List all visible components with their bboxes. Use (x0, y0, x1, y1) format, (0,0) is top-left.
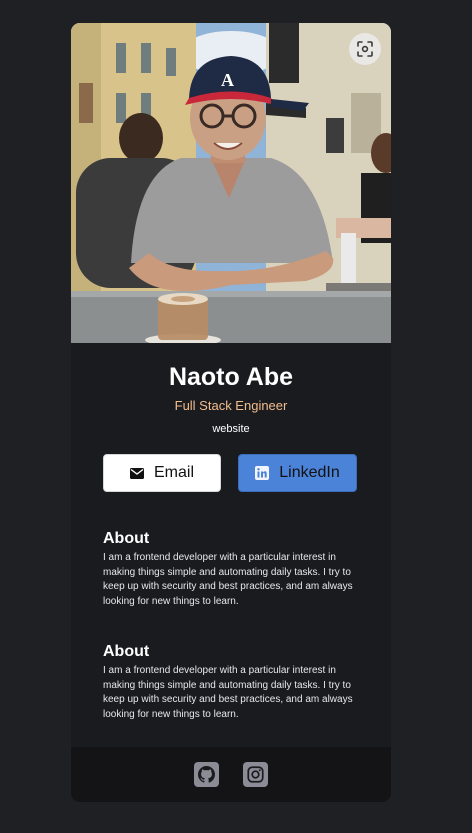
about-section: About I am a frontend developer with a p… (103, 530, 365, 609)
about-text: I am a frontend developer with a particu… (103, 552, 353, 607)
scan-button[interactable] (349, 33, 381, 65)
about-heading: About (103, 643, 150, 660)
website-link[interactable]: website (71, 423, 391, 435)
instagram-link[interactable] (243, 762, 268, 787)
profile-role: Full Stack Engineer (174, 398, 288, 413)
profile-photo: A (71, 23, 391, 343)
profile-name: Naoto Abe (168, 363, 294, 391)
svg-text:A: A (221, 70, 234, 90)
linkedin-button-label: LinkedIn (279, 464, 340, 481)
instagram-icon (247, 766, 264, 783)
profile-photo-illustration: A (71, 23, 391, 343)
about-heading: About (103, 530, 150, 547)
mail-icon (129, 467, 144, 479)
footer (71, 747, 391, 802)
about-section: About I am a frontend developer with a p… (103, 643, 365, 722)
github-icon (198, 766, 215, 783)
profile-card: A Naoto Abe Full Stack Engineer website (71, 23, 391, 802)
email-button-label: Email (153, 464, 194, 481)
email-button[interactable]: Email (103, 454, 221, 492)
github-link[interactable] (194, 762, 219, 787)
linkedin-icon (255, 466, 270, 480)
scan-icon (357, 41, 373, 57)
about-text: I am a frontend developer with a particu… (103, 665, 353, 720)
linkedin-button[interactable]: LinkedIn (238, 454, 357, 492)
